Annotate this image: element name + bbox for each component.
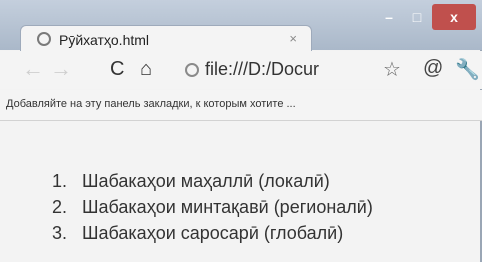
page-icon — [37, 32, 51, 46]
close-button[interactable]: x — [432, 4, 476, 30]
list-item: 1. Шабакаҳои маҳаллӣ (локалӣ) — [52, 168, 373, 194]
browser-tab[interactable]: Рӯйхатҳо.html × — [20, 25, 312, 52]
address-bar[interactable]: file:///D:/Docur ☆ — [175, 55, 401, 85]
url-text[interactable]: file:///D:/Docur — [205, 59, 375, 80]
bookmarks-bar: Добавляйте на эту панель закладки, к кот… — [0, 90, 482, 121]
page-content: 1. Шабакаҳои маҳаллӣ (локалӣ) 2. Шабакаҳои… — [0, 121, 480, 262]
list-text: Шабакаҳои саросарӣ (глобалӣ) — [82, 223, 344, 243]
list-item: 3. Шабакаҳои саросарӣ (глобалӣ) — [52, 220, 373, 246]
tab-close-icon[interactable]: × — [289, 31, 297, 46]
reload-icon[interactable]: C — [110, 56, 124, 82]
list-item: 2. Шабакаҳои минтақавӣ (регионалӣ) — [52, 194, 373, 220]
bookmarks-hint: Добавляйте на эту панель закладки, к кот… — [6, 98, 296, 110]
numbered-list: 1. Шабакаҳои маҳаллӣ (локалӣ) 2. Шабакаҳои… — [52, 168, 373, 246]
title-bar: Рӯйхатҳо.html × – □ x — [0, 0, 482, 52]
bookmark-star-icon[interactable]: ☆ — [383, 57, 401, 82]
list-number: 3. — [52, 223, 68, 243]
extension-icon[interactable]: @ — [423, 57, 443, 80]
list-text: Шабакаҳои минтақавӣ (регионалӣ) — [82, 197, 373, 217]
maximize-button[interactable]: □ — [404, 4, 430, 30]
home-icon[interactable]: ⌂ — [140, 56, 152, 82]
tab-title: Рӯйхатҳо.html — [59, 32, 150, 48]
list-number: 2. — [52, 197, 68, 217]
browser-window: Рӯйхатҳо.html × – □ x ← → C ⌂ file:///D:… — [0, 0, 482, 262]
list-number: 1. — [52, 171, 68, 191]
wrench-icon[interactable]: 🔧 — [455, 57, 480, 82]
back-icon[interactable]: ← — [22, 56, 44, 82]
minimize-button[interactable]: – — [376, 4, 402, 30]
list-text: Шабакаҳои маҳаллӣ (локалӣ) — [82, 171, 330, 191]
forward-icon[interactable]: → — [50, 56, 72, 82]
page-info-icon[interactable] — [185, 63, 199, 77]
toolbar: ← → C ⌂ file:///D:/Docur ☆ @ 🔧 — [0, 51, 482, 89]
